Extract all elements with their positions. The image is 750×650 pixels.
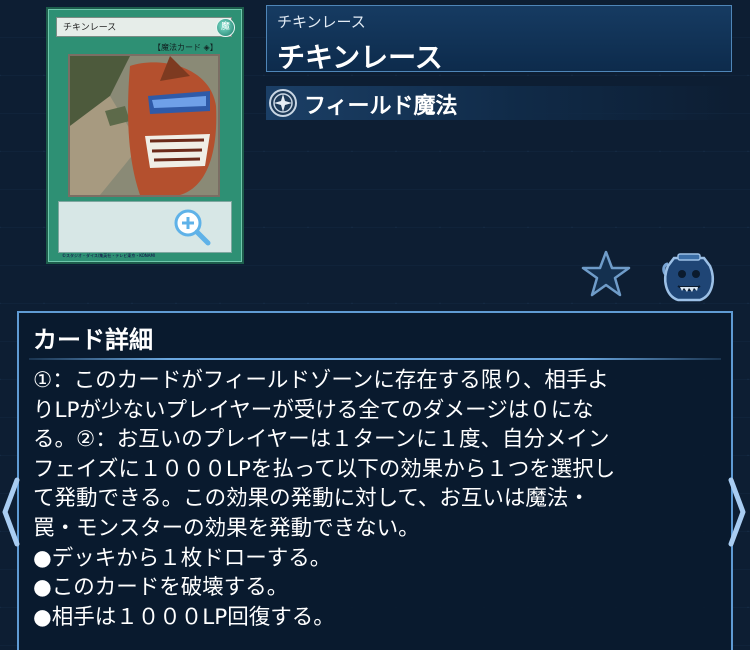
chevron-left-icon[interactable] (0, 476, 22, 548)
effect-line: る。②：お互いのプレイヤーは１ターンに１度、自分メイン (33, 427, 610, 453)
effect-line: フェイズに１０００LPを払って以下の効果から１つを選択し (33, 456, 616, 482)
card-name-reading: チキンレース (277, 13, 366, 31)
card-name: チキンレース (277, 41, 443, 74)
effect-line: ●相手は１０００LP回復する。 (33, 604, 335, 630)
card-type-row: フィールド魔法 (266, 86, 732, 120)
zoom-in-icon[interactable] (173, 208, 211, 246)
effect-line: て発動できる。この効果の発動に対して、お互いは魔法・ (33, 486, 590, 512)
card-type-line: 【魔法カード ◈】 (153, 43, 218, 52)
effect-line: ●このカードを破壊する。 (33, 575, 289, 601)
effect-line: ●デッキから１枚ドローする。 (33, 545, 332, 571)
card-type-label: フィールド魔法 (304, 94, 458, 119)
card-image[interactable]: チキンレース 魔 【魔法カード ◈】 ©スタジオ・ダイス/集英社・テレビ東京・K… (46, 7, 244, 264)
spell-attribute-icon: 魔 (216, 18, 235, 37)
effect-line: ①：このカードがフィールドゾーンに存在する限り、相手よ (33, 368, 609, 393)
card-effect-text: ①：このカードがフィールドゾーンに存在する限り、相手よ りLPが少ないプレイヤー… (33, 366, 719, 632)
card-name-panel: チキンレース チキンレース (266, 5, 732, 74)
effect-line: 罠・モンスターの効果を発動できない。 (33, 515, 420, 541)
field-spell-icon (269, 89, 297, 117)
card-detail-panel: カード詳細 ①：このカードがフィールドゾーンに存在する限り、相手よ りLPが少な… (17, 311, 733, 650)
card-text-box[interactable] (58, 201, 232, 253)
chevron-right-icon[interactable] (726, 476, 748, 548)
card-copyright: ©スタジオ・ダイス/集英社・テレビ東京・KONAMI (62, 253, 156, 258)
card-artwork (68, 54, 220, 197)
deck-pot-icon[interactable] (660, 250, 718, 304)
card-name-on-card: チキンレース (56, 17, 232, 37)
star-icon[interactable] (580, 249, 632, 299)
card-detail-title: カード詳細 (33, 326, 153, 354)
effect-line: りLPが少ないプレイヤーが受ける全てのダメージは０にな (33, 397, 594, 423)
detail-divider (29, 358, 721, 360)
card-artwork-illustration (70, 56, 218, 195)
